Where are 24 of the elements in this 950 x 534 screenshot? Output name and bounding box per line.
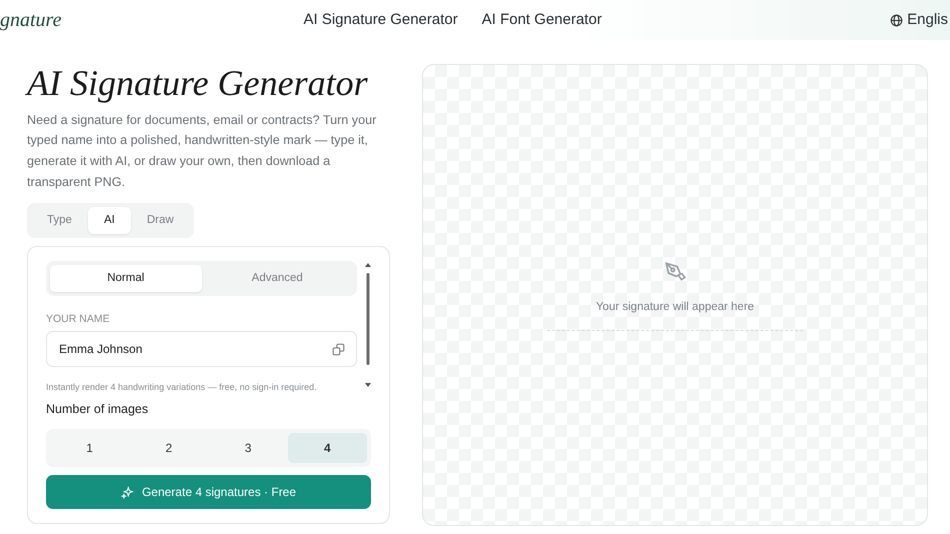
page-title: AI Signature Generator (27, 64, 369, 104)
hint-text: Instantly render 4 handwriting variations — free, no sign-in required. (46, 380, 318, 394)
nav-link[interactable]: AI Signature Generator (303, 8, 458, 32)
count-option[interactable]: 2 (129, 433, 208, 464)
logo[interactable]: gnature (0, 5, 62, 35)
tab[interactable]: Draw (130, 206, 190, 234)
mode-tab[interactable]: Advanced (202, 264, 353, 292)
name-field[interactable]: Emma Johnson (46, 330, 357, 367)
copy-icon[interactable] (332, 342, 345, 356)
placeholder-text: Your signature will appear here (596, 300, 754, 315)
intro-paragraph: Need a signature for documents, email or contracts? Turn your typed name into a polished, handwritten-style mark — type it, generate it with AI, or draw your own, then download a transparent PNG. (27, 112, 378, 191)
count-label: Number of images (46, 401, 150, 418)
count-option[interactable]: 4 (288, 433, 367, 464)
count-option[interactable]: 1 (50, 433, 130, 464)
count-option[interactable]: 3 (208, 433, 288, 464)
tab[interactable]: Type (31, 206, 88, 234)
mode-tab[interactable]: Normal (50, 264, 202, 292)
nav-link[interactable]: AI Font Generator (482, 8, 602, 32)
sparkle-icon (120, 486, 134, 499)
field-label: YOUR NAME (46, 312, 111, 328)
globe-icon (890, 14, 904, 26)
language-selector[interactable]: Englis (907, 8, 948, 32)
tab[interactable]: AI (88, 206, 131, 234)
generate-button[interactable]: Generate 4 signatures · Free (46, 475, 371, 510)
